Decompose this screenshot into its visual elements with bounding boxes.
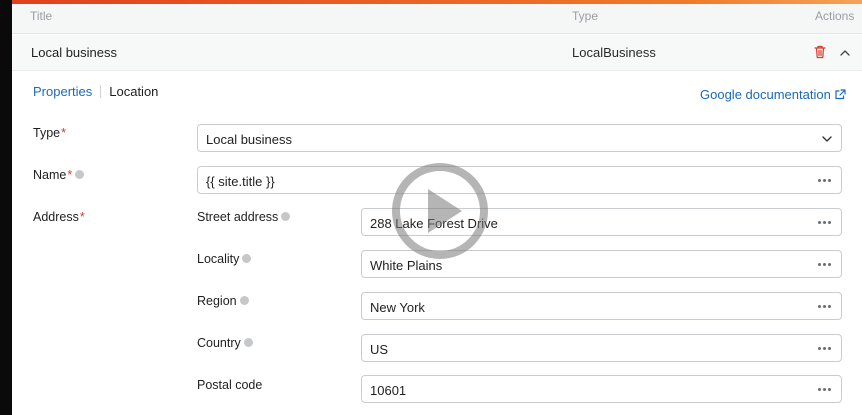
postal-code-label-text: Postal code [197, 378, 263, 392]
street-address-value: 288 Lake Forest Drive [370, 216, 498, 231]
table-header: Title Type Actions [12, 4, 862, 34]
required-mark: * [67, 168, 73, 182]
google-documentation-link[interactable]: Google documentation [700, 87, 846, 102]
more-dots-icon[interactable] [818, 305, 831, 308]
locality-input[interactable]: White Plains [361, 250, 842, 278]
more-dots-icon[interactable] [818, 347, 831, 350]
doc-link-label: Google documentation [700, 87, 831, 102]
required-mark: * [61, 126, 66, 140]
tab-bar: Properties Location [33, 84, 158, 99]
more-dots-icon[interactable] [818, 221, 831, 224]
postal-code-input[interactable]: 10601 [361, 375, 842, 403]
locality-label-text: Locality [197, 252, 240, 266]
help-icon[interactable] [242, 253, 252, 263]
street-address-label: Street address [197, 210, 291, 224]
header-type: Type [572, 9, 599, 23]
region-label: Region [197, 294, 249, 308]
required-mark: * [79, 210, 85, 224]
locality-value: White Plains [370, 258, 443, 273]
external-link-icon [835, 89, 846, 100]
region-value: New York [370, 300, 425, 315]
tab-location[interactable]: Location [109, 84, 158, 99]
country-value: US [370, 342, 389, 357]
left-edge-strip [0, 0, 12, 415]
name-input[interactable]: {{ site.title }} [197, 166, 842, 194]
item-type: LocalBusiness [572, 45, 656, 60]
chevron-down-icon [822, 136, 832, 142]
country-input[interactable]: US [361, 334, 842, 362]
street-address-input[interactable]: 288 Lake Forest Drive [361, 208, 842, 236]
postal-code-label: Postal code [197, 378, 262, 392]
address-label-text: Address [33, 210, 79, 224]
address-label: Address * [33, 210, 85, 224]
type-label: Type * [33, 126, 66, 140]
chevron-up-icon[interactable] [838, 46, 852, 60]
street-address-label-text: Street address [197, 210, 279, 224]
more-dots-icon[interactable] [818, 179, 831, 182]
help-icon[interactable] [243, 337, 253, 347]
country-label: Country [197, 336, 253, 350]
item-title: Local business [31, 45, 117, 60]
region-input[interactable]: New York [361, 292, 842, 320]
type-label-text: Type [33, 126, 61, 140]
locality-label: Locality [197, 252, 252, 266]
type-select[interactable]: Local business [197, 124, 842, 152]
region-label-text: Region [197, 294, 237, 308]
trash-icon[interactable] [814, 45, 826, 59]
country-label-text: Country [197, 336, 241, 350]
help-icon[interactable] [75, 169, 85, 179]
header-actions: Actions [815, 9, 855, 23]
type-select-value: Local business [206, 132, 292, 147]
header-title: Title [30, 9, 53, 23]
tab-divider [100, 85, 102, 98]
name-label-text: Name [33, 168, 67, 182]
table-row[interactable]: Local business LocalBusiness [12, 35, 862, 71]
more-dots-icon[interactable] [818, 263, 831, 266]
postal-code-value: 10601 [370, 383, 407, 398]
tab-properties[interactable]: Properties [33, 84, 92, 99]
more-dots-icon[interactable] [818, 388, 831, 391]
name-label: Name * [33, 168, 85, 182]
help-icon[interactable] [239, 295, 249, 305]
name-input-value: {{ site.title }} [206, 174, 275, 189]
help-icon[interactable] [281, 211, 291, 221]
